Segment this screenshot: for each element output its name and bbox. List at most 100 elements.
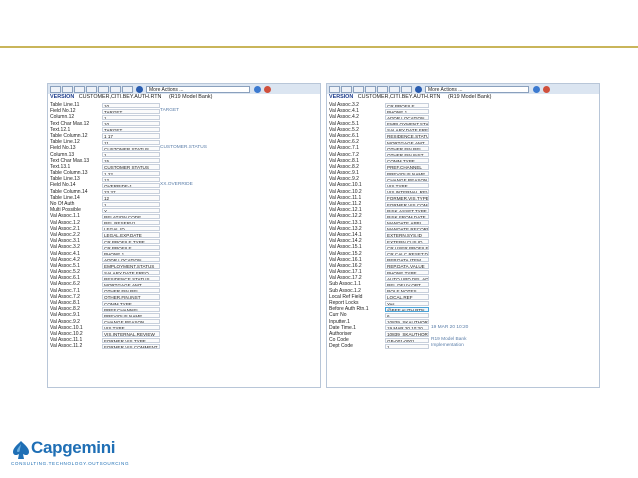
more-actions-select[interactable]: More Actions ... bbox=[425, 85, 529, 93]
field-value-input[interactable]: ADDR.LOCATION bbox=[385, 114, 429, 121]
view-button[interactable] bbox=[122, 85, 133, 93]
view-button[interactable] bbox=[401, 85, 412, 93]
field-value-input[interactable]: LOCAL.REF bbox=[385, 294, 429, 300]
go-icon[interactable] bbox=[533, 85, 540, 93]
field-value-input[interactable]: PREVIOUS.NAME bbox=[385, 170, 429, 176]
print-button[interactable] bbox=[110, 85, 121, 93]
field-value-input[interactable]: 10 bbox=[102, 121, 160, 127]
field-value-input[interactable]: 12 bbox=[102, 176, 160, 182]
field-value-input[interactable]: ADDR.LOCATION bbox=[102, 257, 160, 263]
field-value-input[interactable]: CR.PROFILE bbox=[102, 244, 160, 250]
commit-button[interactable] bbox=[329, 85, 340, 93]
field-value-input[interactable]: VIS.TYPE bbox=[102, 325, 160, 331]
field-value-input[interactable]: SALARY.DATE.FREQ bbox=[385, 127, 429, 133]
field-value-input[interactable]: RESIDENCE.STATUS bbox=[102, 275, 160, 281]
field-value-input[interactable]: PHONE.1 bbox=[385, 108, 429, 114]
field-value-input[interactable]: PREVIOUS.NAME bbox=[102, 312, 160, 319]
cancel-icon[interactable] bbox=[264, 85, 271, 93]
field-value-input[interactable]: CR.PROFILE.TYPE bbox=[102, 238, 160, 244]
field-value-input[interactable]: 15 bbox=[102, 158, 160, 164]
edit-button[interactable] bbox=[98, 85, 109, 93]
field-value-input[interactable]: CHANGE.REASON bbox=[385, 176, 429, 182]
field-value-input[interactable]: LEGAL.ID bbox=[102, 226, 160, 232]
field-value-input[interactable]: RISK.FROM.DATE bbox=[385, 213, 429, 220]
authorise-button[interactable] bbox=[353, 85, 364, 93]
print-button[interactable] bbox=[389, 85, 400, 93]
field-value-input[interactable]: RELATION.CODE bbox=[102, 213, 160, 220]
cancel-icon[interactable] bbox=[543, 85, 550, 93]
field-value-input[interactable]: RISK.ASSET.TYPE bbox=[385, 207, 429, 213]
field-value-input[interactable]: FORMER.VIS.TYPE bbox=[102, 337, 160, 343]
field-value-input[interactable]: Y bbox=[102, 207, 160, 213]
field-value-input[interactable]: GB-001-0001 bbox=[385, 337, 429, 343]
field-value-input[interactable]: OTHER.FIN.INST bbox=[102, 294, 160, 300]
field-value-input[interactable]: 1 17 bbox=[102, 133, 160, 139]
field-value-input[interactable]: 19 MAR 20 10:20 bbox=[385, 325, 429, 331]
field-value-input[interactable]: 1 bbox=[102, 201, 160, 207]
field-value-input[interactable]: FORMER.VIS.COMMENT bbox=[385, 201, 429, 207]
field-value-input[interactable]: VIS.INTERNAL.REVIEW bbox=[102, 331, 160, 337]
field-value-input[interactable]: EMPLOYMENT.STATUS bbox=[102, 263, 160, 269]
delete-button[interactable] bbox=[86, 85, 97, 93]
field-value-input[interactable]: VIS.INTERNAL.REVIEW bbox=[385, 189, 429, 195]
field-value-input[interactable]: OTHER.FIN.REL bbox=[102, 288, 160, 294]
field-value-input[interactable]: 1 bbox=[102, 152, 160, 158]
field-value-input[interactable]: VIS.TYPE bbox=[385, 182, 429, 189]
field-value-input[interactable]: MANDATE.APPL bbox=[385, 220, 429, 226]
field-value-input[interactable]: CR.USER.PROFILE.TYPE bbox=[385, 244, 429, 250]
field-value-input[interactable]: Yes bbox=[385, 300, 429, 306]
field-value-input[interactable]: MORTGAGE.AMT bbox=[385, 139, 429, 145]
authorise-button[interactable] bbox=[74, 85, 85, 93]
field-value-input[interactable]: OTHER.FIN.REL bbox=[385, 145, 429, 151]
field-value-input[interactable]: ROLE.NOTES bbox=[385, 288, 429, 294]
field-value-input[interactable]: TARGET bbox=[102, 108, 160, 114]
field-value-input[interactable]: EMPLOYMENT.STATUS bbox=[385, 121, 429, 127]
field-value-input[interactable]: REP.DATA.VALUE bbox=[385, 263, 429, 269]
delete-button[interactable] bbox=[365, 85, 376, 93]
field-value-input[interactable]: CUSTOMER STATUS bbox=[102, 164, 160, 170]
field-value-input[interactable]: 1 bbox=[385, 343, 429, 349]
field-value-input[interactable]: 1 22 bbox=[102, 170, 160, 176]
go-icon[interactable] bbox=[254, 85, 261, 93]
field-value-input[interactable]: CR.CALC.RESET.DATE bbox=[385, 251, 429, 257]
edit-button[interactable] bbox=[377, 85, 388, 93]
field-value-input[interactable]: CHANGE.REASON bbox=[102, 319, 160, 325]
commit-button[interactable] bbox=[50, 85, 61, 93]
field-value-input[interactable]: EXTERN.SYS.ID bbox=[385, 232, 429, 238]
validate-button[interactable] bbox=[341, 85, 352, 93]
field-value-input[interactable]: COMM.TYPE bbox=[385, 158, 429, 164]
field-value-input[interactable]: 12 bbox=[102, 195, 160, 201]
field-value-input[interactable]: 10 bbox=[102, 102, 160, 108]
field-value-input[interactable]: 6 bbox=[385, 312, 429, 319]
field-value-input[interactable]: MORTGAGE.AMT bbox=[102, 281, 160, 288]
field-value-input[interactable]: REL.DELIV.OPT bbox=[385, 281, 429, 288]
field-value-input[interactable]: 10839_SKAUTHORISER bbox=[385, 319, 429, 325]
more-actions-select[interactable]: More Actions ... bbox=[146, 85, 250, 93]
field-value-input[interactable]: FORMER.VIS.TYPE bbox=[385, 195, 429, 201]
field-value-input[interactable]: PHONE.TYPE bbox=[385, 269, 429, 275]
info-icon[interactable] bbox=[136, 85, 143, 93]
field-value-input[interactable]: AUTO.UPD.DEL.ADD bbox=[385, 275, 429, 281]
field-value-input[interactable]: EXTERN.CUS.ID bbox=[385, 238, 429, 244]
field-value-input[interactable]: CUSTOMER.STATUS bbox=[102, 145, 160, 151]
field-value-input[interactable]: MANDATE.RECORD bbox=[385, 226, 429, 232]
field-value-input[interactable]: RESIDENCE.STATUS bbox=[385, 133, 429, 139]
field-value-input[interactable]: TARGET bbox=[102, 127, 160, 133]
field-value-input[interactable]: 23 37 bbox=[102, 189, 160, 195]
field-value-input[interactable]: CR.PROFILE bbox=[385, 102, 429, 108]
field-value-input[interactable]: PREF.CHANNEL bbox=[385, 164, 429, 170]
field-value-input[interactable]: @BEF.AUTH.RTN bbox=[385, 306, 429, 312]
field-value-input[interactable]: COMM.TYPE bbox=[102, 300, 160, 306]
validate-button[interactable] bbox=[62, 85, 73, 93]
field-value-input[interactable]: 1 bbox=[102, 114, 160, 121]
field-value-input[interactable]: PREF.CHANNEL bbox=[102, 306, 160, 312]
field-value-input[interactable]: REL.RESERV1 bbox=[102, 220, 160, 226]
field-value-input[interactable]: REP.DATA.ITEM bbox=[385, 257, 429, 263]
field-value-input[interactable]: PHONE.1 bbox=[102, 251, 160, 257]
field-value-input[interactable]: OTHER.FIN.INST bbox=[385, 152, 429, 158]
field-value-input[interactable]: FORMER.VIS.COMMENT bbox=[102, 343, 160, 349]
field-value-input[interactable]: LEGAL.EXP.DATE bbox=[102, 232, 160, 238]
info-icon[interactable] bbox=[415, 85, 422, 93]
field-value-input[interactable]: 10839_SKAUTHORISER bbox=[385, 331, 429, 337]
field-value-input[interactable]: 11 bbox=[102, 139, 160, 145]
